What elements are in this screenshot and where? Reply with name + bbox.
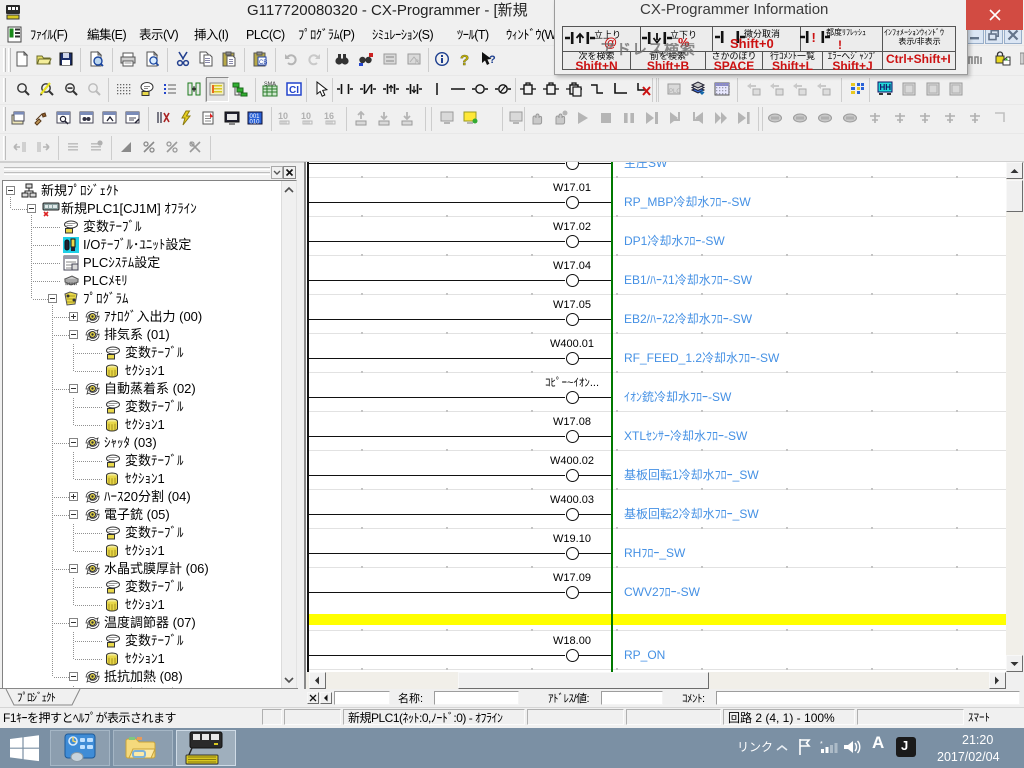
svg-text:10: 10 bbox=[301, 111, 311, 121]
svg-text:HH: HH bbox=[880, 83, 892, 92]
svg-text:B: B bbox=[415, 60, 419, 66]
svg-text:!: ! bbox=[812, 30, 816, 44]
svg-text:CB: CB bbox=[259, 60, 267, 66]
svg-text:?: ? bbox=[460, 52, 469, 67]
svg-text:?: ? bbox=[489, 54, 496, 66]
svg-text:SMA: SMA bbox=[264, 82, 276, 88]
svg-text:10: 10 bbox=[278, 111, 288, 121]
svg-text:16: 16 bbox=[324, 111, 334, 121]
svg-text:010: 010 bbox=[250, 120, 261, 126]
svg-text:PLC: PLC bbox=[669, 89, 681, 95]
svg-text:CI: CI bbox=[289, 85, 299, 96]
svg-text:*: * bbox=[820, 741, 823, 748]
